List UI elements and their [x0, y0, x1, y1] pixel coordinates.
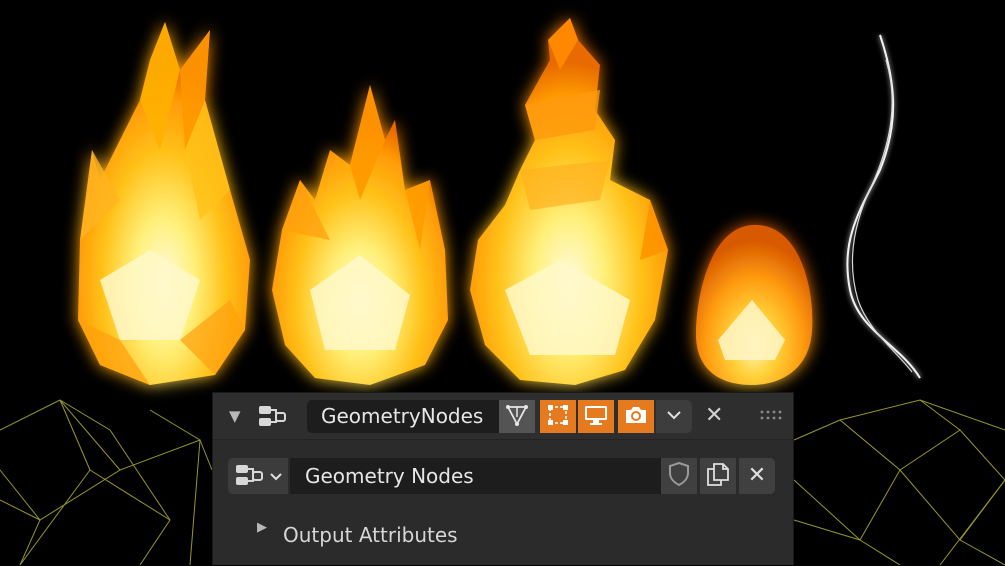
camera-icon	[623, 403, 649, 431]
flame-smooth	[272, 85, 448, 385]
cage-toggle[interactable]	[540, 400, 576, 433]
smoke-wisp	[844, 34, 923, 380]
close-icon: ✕	[747, 463, 767, 488]
monitor-icon	[583, 403, 609, 431]
node-group-name-field[interactable]: Geometry Nodes	[290, 458, 661, 494]
chevron-down-icon	[664, 405, 684, 429]
duplicate-icon	[705, 461, 731, 491]
flame-blob	[695, 224, 813, 385]
drag-handle-icon[interactable]	[759, 409, 783, 421]
triangle-right-icon[interactable]: ▶	[257, 520, 267, 535]
geometry-nodes-icon	[257, 403, 287, 435]
fake-user-button[interactable]	[661, 458, 697, 494]
edit-mode-icon	[505, 403, 529, 431]
viewport-toggle[interactable]	[578, 400, 614, 433]
modifier-name-field[interactable]: GeometryNodes	[307, 400, 499, 433]
close-icon[interactable]: ✕	[705, 405, 723, 427]
unlink-button[interactable]: ✕	[739, 458, 775, 494]
modifier-header: ▼ GeometryNodes ✕	[213, 393, 793, 440]
modifier-body: Geometry Nodes ✕ ▶	[213, 440, 793, 566]
geometry-nodes-icon	[234, 463, 264, 493]
edit-mode-toggle[interactable]	[499, 400, 535, 433]
triangle-down-icon[interactable]: ▼	[229, 409, 241, 424]
flame-twisted	[470, 18, 668, 385]
duplicate-button[interactable]	[700, 458, 736, 494]
shield-icon	[667, 461, 691, 491]
modifier-dropdown-button[interactable]	[656, 400, 692, 433]
modifier-panel: ▼ GeometryNodes ✕ Geometry Nodes ✕ ▶ Out…	[212, 392, 794, 565]
cage-icon	[546, 403, 570, 431]
flame-lowpoly	[78, 22, 250, 385]
render-toggle[interactable]	[618, 400, 654, 433]
chevron-down-icon	[268, 468, 284, 488]
node-group-browse-button[interactable]	[228, 458, 288, 494]
output-attributes-subpanel[interactable]: Output Attributes	[283, 523, 458, 547]
